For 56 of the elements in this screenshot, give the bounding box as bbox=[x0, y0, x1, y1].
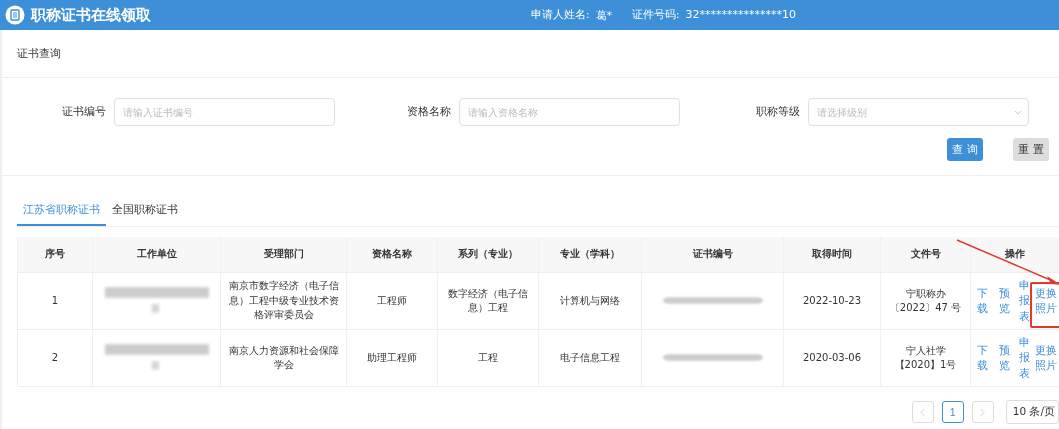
applicant-name: 葛* bbox=[595, 7, 613, 23]
action-link[interactable]: 下载 bbox=[973, 342, 992, 374]
table-cell: 工程师 bbox=[346, 273, 437, 329]
field-label: 职称等级 bbox=[756, 105, 800, 119]
table-cell: 南京人力资源和社会保障学会 bbox=[220, 330, 346, 386]
column-header: 工作单位 bbox=[92, 237, 220, 272]
chevron-left-icon bbox=[920, 407, 926, 417]
caret-icon bbox=[1014, 110, 1022, 115]
id-label: 证件号码: bbox=[632, 7, 680, 22]
column-header: 操作 bbox=[970, 237, 1059, 272]
field-label: 资格名称 bbox=[407, 105, 451, 119]
applicant-label: 申请人姓名: bbox=[531, 7, 590, 22]
app-title: 职称证书在线领取 bbox=[31, 5, 152, 25]
table-cell: 宁人社学【2020】1号 bbox=[880, 330, 970, 386]
section-title: 证书查询 bbox=[17, 46, 61, 61]
action-link[interactable]: 预览 bbox=[994, 285, 1014, 317]
column-header: 系列（专业） bbox=[437, 237, 538, 272]
column-header: 专业（学科） bbox=[538, 237, 641, 272]
column-header: 文件号 bbox=[880, 237, 970, 272]
table-cell: 2020-03-06 bbox=[783, 330, 880, 386]
table-cell: 助理工程师 bbox=[346, 330, 437, 386]
column-header: 受理部门 bbox=[220, 237, 346, 272]
reset-button[interactable]: 重 置 bbox=[1013, 138, 1049, 161]
chevron-right-icon bbox=[980, 407, 986, 417]
action-link[interactable]: 预览 bbox=[994, 342, 1014, 374]
table-cell: 南京市数字经济（电子信息）工程中级专业技术资格评审委员会 bbox=[220, 273, 346, 329]
action-link[interactable]: 下载 bbox=[973, 285, 992, 317]
action-link[interactable]: 申报表 bbox=[1016, 278, 1032, 324]
table-cell: 计算机与网络 bbox=[538, 273, 641, 329]
column-header: 资格名称 bbox=[346, 237, 437, 272]
table-cell: 2022-10-23 bbox=[783, 273, 880, 329]
input-field[interactable]: 请输入资格名称 bbox=[459, 98, 680, 126]
column-header: 证书编号 bbox=[641, 237, 783, 272]
table-cell: 数字经济（电子信息）工程 bbox=[437, 273, 538, 329]
tab[interactable]: 全国职称证书 bbox=[106, 198, 184, 226]
previous-page-button[interactable] bbox=[911, 401, 934, 423]
column-header: 取得时间 bbox=[783, 237, 880, 272]
action-link[interactable]: 更换照片 bbox=[1034, 342, 1057, 374]
action-link[interactable]: 更换照片 bbox=[1034, 285, 1057, 317]
id-number: 32***************10 bbox=[685, 7, 797, 23]
next-page-button[interactable] bbox=[971, 401, 994, 423]
tab[interactable]: 江苏省职称证书 bbox=[17, 198, 106, 226]
table-cell: 电子信息工程 bbox=[538, 330, 641, 386]
field-label: 证书编号 bbox=[62, 105, 106, 119]
input-field[interactable]: 请输入证书编号 bbox=[114, 98, 335, 126]
column-header: 序号 bbox=[17, 237, 92, 272]
table-cell: 2 bbox=[17, 330, 92, 386]
table-cell: 工程 bbox=[437, 330, 538, 386]
search-button[interactable]: 查 询 bbox=[947, 138, 983, 161]
page-button[interactable]: 1 bbox=[941, 401, 964, 423]
table-cell: 宁职称办〔2022〕47 号 bbox=[880, 273, 970, 329]
document-icon bbox=[5, 5, 25, 25]
page-size-select[interactable]: 10 条/页 bbox=[1005, 400, 1059, 424]
highlight-box bbox=[1030, 282, 1059, 328]
action-link[interactable]: 申报表 bbox=[1016, 335, 1032, 381]
table-cell: 1 bbox=[17, 273, 92, 329]
